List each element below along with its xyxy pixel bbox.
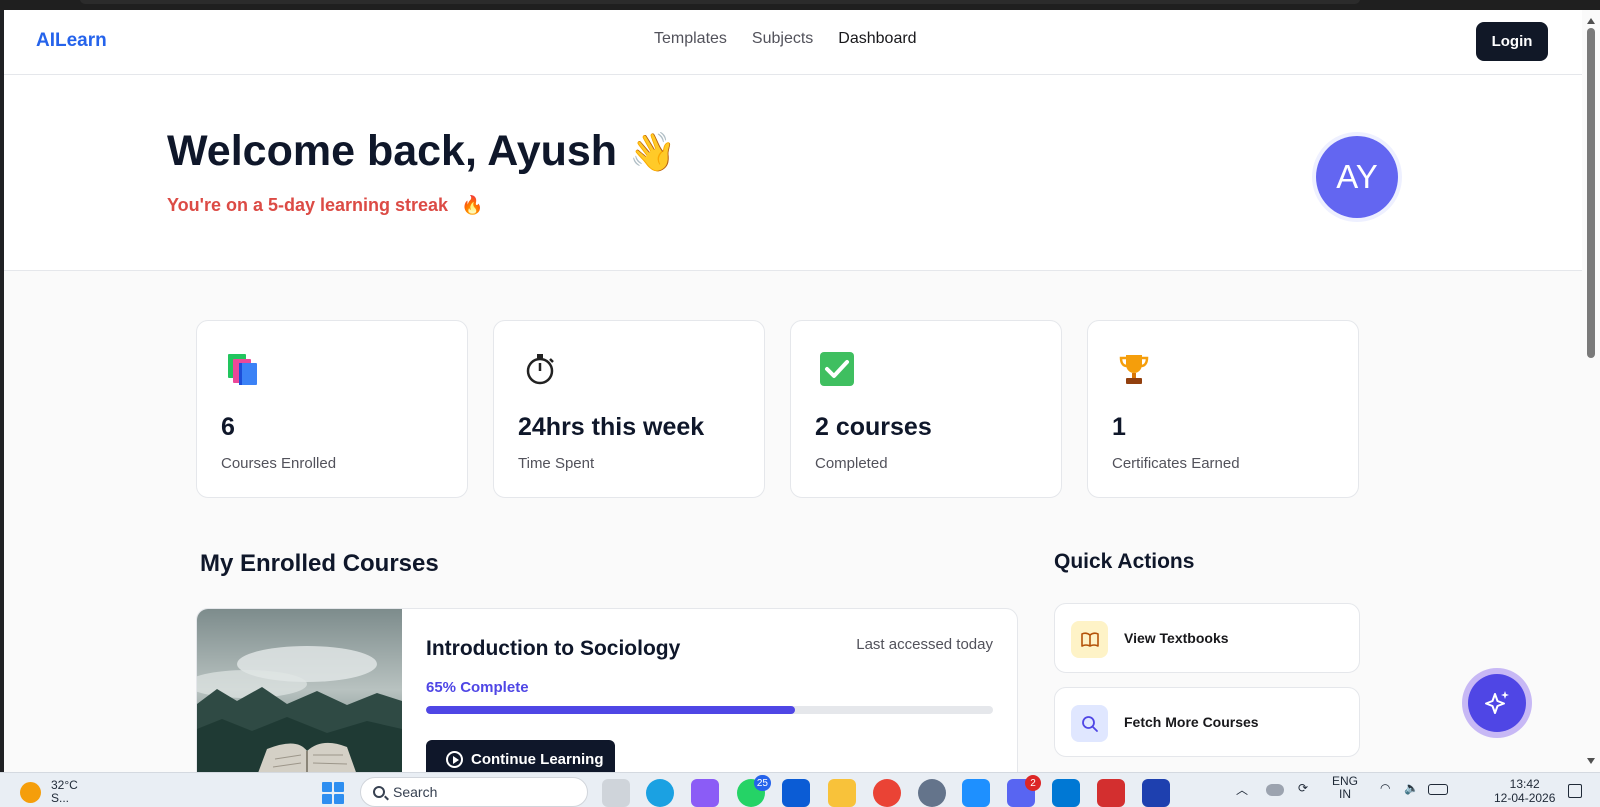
page-scrollbar[interactable]: [1582, 10, 1600, 772]
taskbar-search-placeholder: Search: [393, 784, 438, 800]
acrobat-icon[interactable]: [1097, 779, 1125, 807]
whatsapp-icon[interactable]: 25: [737, 775, 771, 807]
stat-label: Completed: [815, 455, 888, 472]
scrollbar-thumb[interactable]: [1587, 28, 1595, 358]
search-icon: [373, 786, 385, 798]
language-region: IN: [1339, 787, 1351, 801]
battery-icon[interactable]: [1428, 784, 1448, 795]
stat-card-courses-enrolled: 6 Courses Enrolled: [196, 320, 468, 498]
discord-badge: 2: [1025, 775, 1041, 791]
onedrive-icon[interactable]: [1266, 784, 1284, 796]
settings-gear-icon[interactable]: [918, 779, 946, 807]
edge-browser-icon[interactable]: [646, 779, 674, 807]
language-indicator[interactable]: ENG IN: [1332, 775, 1358, 801]
stat-value: 24hrs this week: [518, 413, 705, 441]
app-icon[interactable]: [1142, 779, 1170, 807]
system-clock[interactable]: 13:42 12-04-2026: [1494, 777, 1555, 805]
fire-icon: 🔥: [461, 195, 484, 215]
stat-value: 2 courses: [815, 413, 932, 441]
nav-link-dashboard[interactable]: Dashboard: [838, 30, 916, 48]
streak-message: You're on a 5-day learning streak 🔥: [167, 195, 483, 216]
welcome-title-text: Welcome back, Ayush: [167, 127, 618, 175]
clock-date: 12-04-2026: [1494, 791, 1556, 805]
weather-description: S...: [51, 791, 70, 805]
stat-value: 6: [221, 413, 235, 441]
quick-action-view-textbooks[interactable]: View Textbooks: [1054, 603, 1360, 673]
nav-link-templates[interactable]: Templates: [654, 30, 727, 48]
search-icon: [1071, 705, 1108, 742]
task-view-icon[interactable]: [602, 779, 630, 807]
notifications-icon[interactable]: [1568, 784, 1582, 798]
nav-links: Templates Subjects Dashboard: [654, 30, 917, 48]
sync-icon[interactable]: ⟳: [1298, 781, 1308, 795]
streak-text: You're on a 5-day learning streak: [167, 195, 449, 215]
mail-icon[interactable]: [782, 779, 810, 807]
sparkles-icon: [1468, 674, 1526, 732]
stat-label: Certificates Earned: [1112, 455, 1240, 472]
books-icon: [228, 354, 257, 385]
checkmark-icon: [820, 352, 854, 386]
scroll-down-arrow-icon[interactable]: [1587, 758, 1595, 764]
quick-actions-heading: Quick Actions: [1054, 550, 1195, 573]
wifi-icon[interactable]: ◠: [1380, 781, 1390, 795]
navbar: AILearn Templates Subjects Dashboard Log…: [4, 10, 1582, 75]
course-last-accessed: Last accessed today: [856, 636, 993, 653]
clock-time: 13:42: [1509, 777, 1540, 791]
windows-start-icon[interactable]: [322, 782, 344, 804]
course-progress-fill: [426, 706, 795, 714]
brand-logo[interactable]: AILearn: [36, 30, 107, 52]
copilot-icon[interactable]: [691, 779, 719, 807]
continue-learning-label: Continue Learning: [471, 750, 604, 768]
quick-action-fetch-more-courses[interactable]: Fetch More Courses: [1054, 687, 1360, 757]
enrolled-courses-heading: My Enrolled Courses: [200, 550, 439, 577]
browser-top-strip: [0, 0, 1600, 10]
whatsapp-badge: 25: [753, 775, 771, 791]
file-explorer-icon[interactable]: [828, 779, 856, 807]
quick-action-label: View Textbooks: [1124, 630, 1229, 646]
stat-label: Time Spent: [518, 455, 595, 472]
stopwatch-icon: [526, 354, 554, 385]
store-icon[interactable]: [962, 779, 990, 807]
avatar[interactable]: AY: [1316, 136, 1398, 218]
ai-assistant-button[interactable]: [1462, 668, 1532, 738]
weather-widget[interactable]: 32°C S...: [20, 779, 78, 805]
windows-taskbar: 32°C S... Search 25 2 ︿ ⟳ ENG IN ◠ 🔈 13:…: [0, 772, 1600, 807]
nav-link-subjects[interactable]: Subjects: [752, 30, 813, 48]
weather-text: 32°C S...: [51, 779, 78, 805]
continue-learning-button[interactable]: Continue Learning: [426, 740, 615, 772]
course-title[interactable]: Introduction to Sociology: [426, 637, 680, 661]
stat-value: 1: [1112, 413, 1126, 441]
book-open-icon: [1071, 621, 1108, 658]
course-card[interactable]: Introduction to Sociology Last accessed …: [196, 608, 1018, 772]
login-button[interactable]: Login: [1476, 22, 1548, 61]
stat-card-certificates: 1 Certificates Earned: [1087, 320, 1359, 498]
stats-row: 6 Courses Enrolled 24hrs this week Time …: [196, 320, 1359, 498]
welcome-hero: Welcome back, Ayush 👋 You're on a 5-day l…: [4, 75, 1582, 271]
volume-icon[interactable]: 🔈: [1404, 781, 1419, 795]
course-progress-label: 65% Complete: [426, 679, 529, 696]
trophy-icon: [1119, 355, 1149, 384]
play-icon: [446, 750, 463, 768]
welcome-title: Welcome back, Ayush 👋: [167, 127, 676, 176]
stat-card-time-spent: 24hrs this week Time Spent: [493, 320, 765, 498]
stat-label: Courses Enrolled: [221, 455, 337, 472]
course-progress-bar: [426, 706, 993, 714]
chevron-up-icon[interactable]: ︿: [1236, 781, 1248, 798]
course-thumbnail: [197, 609, 402, 772]
taskbar-search-input[interactable]: Search: [360, 777, 588, 807]
waving-hand-icon: 👋: [629, 132, 677, 174]
sun-icon: [20, 782, 41, 803]
browser-address-bar[interactable]: [80, 0, 1360, 4]
vscode-icon[interactable]: [1052, 779, 1080, 807]
stat-card-completed: 2 courses Completed: [790, 320, 1062, 498]
scroll-up-arrow-icon[interactable]: [1587, 18, 1595, 24]
page-viewport: AILearn Templates Subjects Dashboard Log…: [4, 10, 1582, 772]
chrome-icon[interactable]: [873, 779, 901, 807]
quick-action-label: Fetch More Courses: [1124, 714, 1259, 730]
discord-icon[interactable]: 2: [1007, 775, 1041, 807]
